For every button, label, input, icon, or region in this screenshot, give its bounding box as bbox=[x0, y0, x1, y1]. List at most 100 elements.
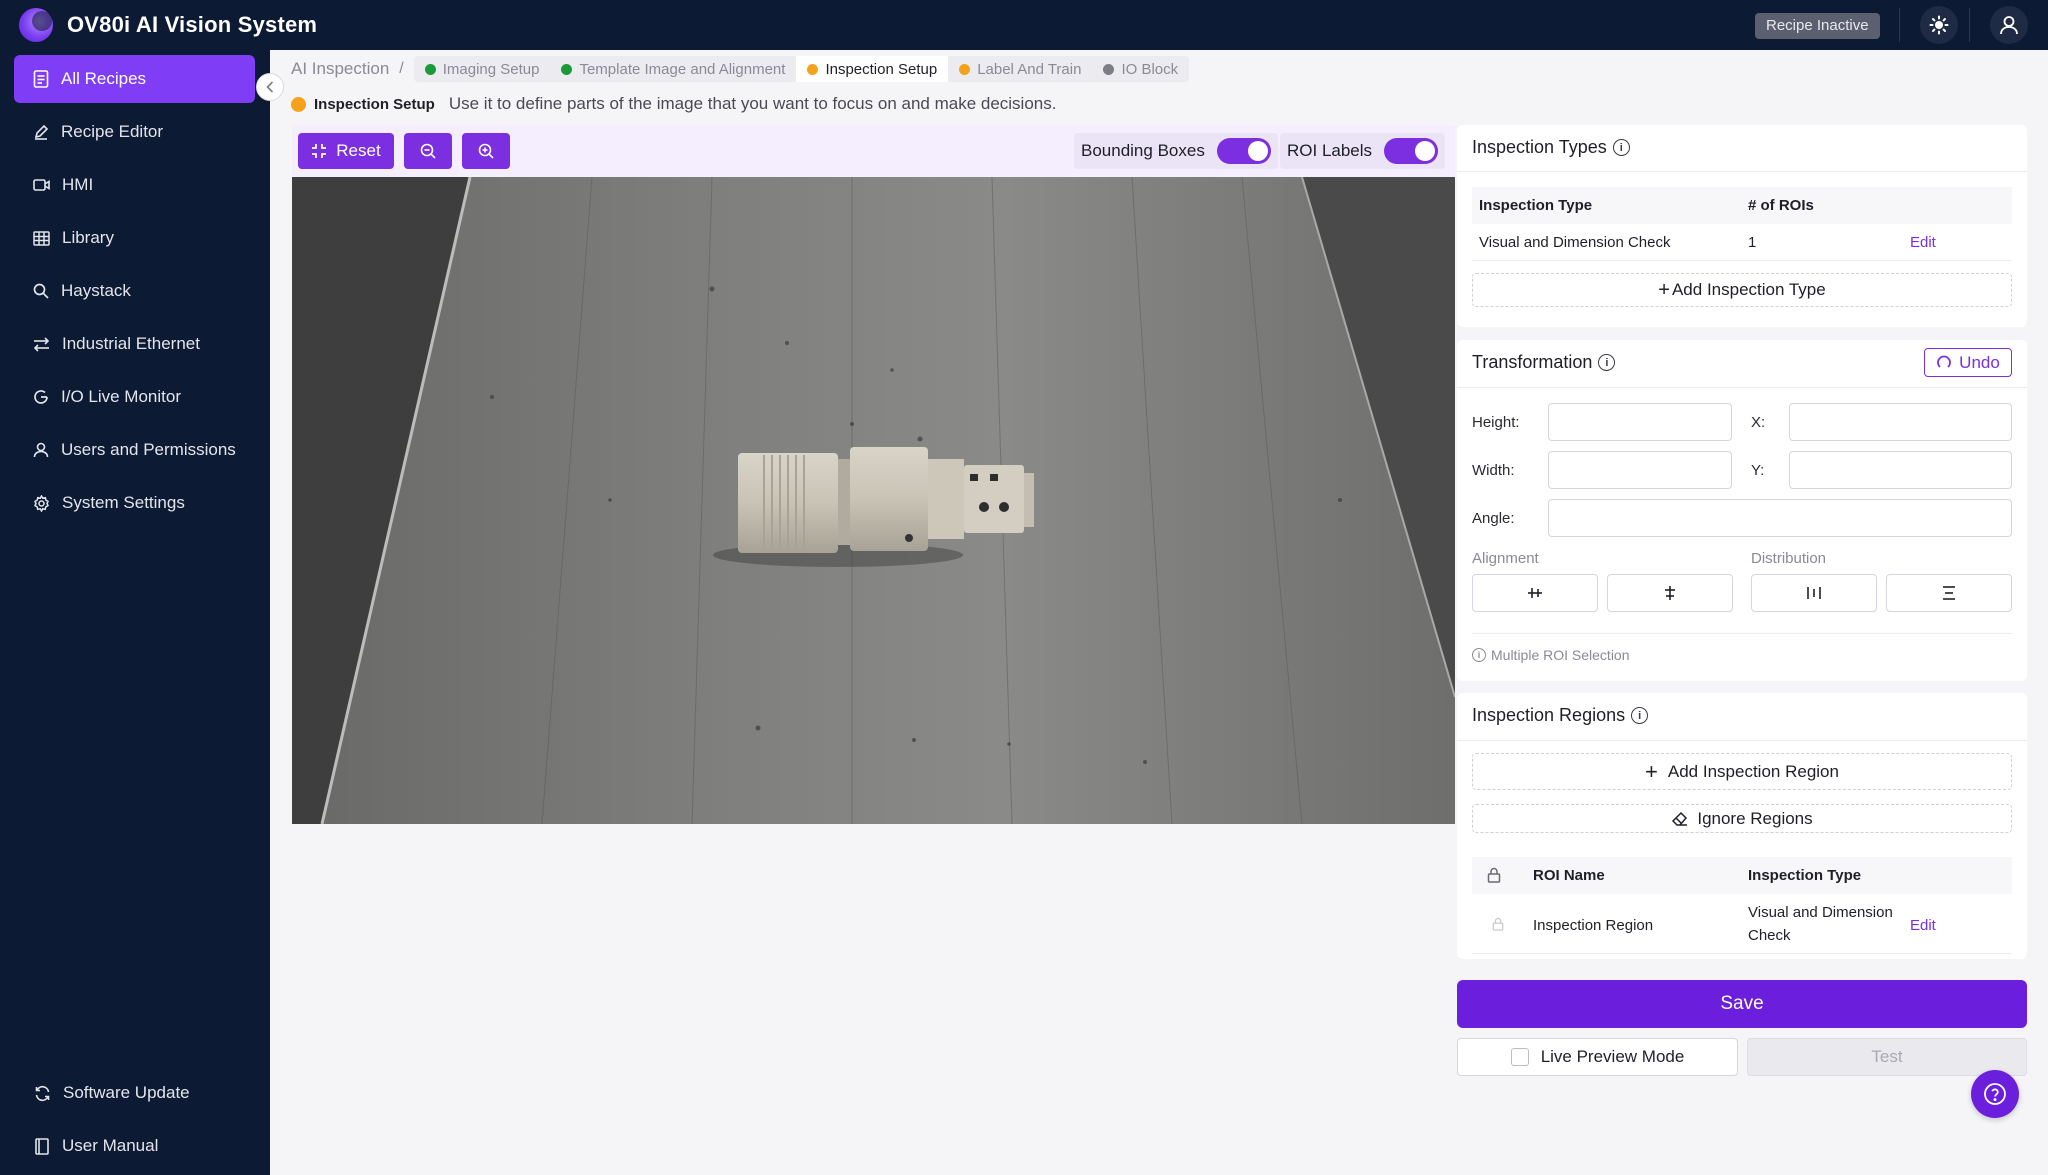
step-template-image-and-alignment[interactable]: Template Image and Alignment bbox=[550, 56, 796, 82]
sidebar-item-industrial-ethernet[interactable]: Industrial Ethernet bbox=[14, 320, 255, 368]
save-button[interactable]: Save bbox=[1457, 980, 2027, 1028]
info-icon[interactable]: i bbox=[1598, 354, 1616, 371]
help-button[interactable] bbox=[1971, 1070, 2019, 1118]
angle-label: Angle: bbox=[1472, 510, 1515, 527]
roi-name: Inspection Region bbox=[1533, 917, 1654, 934]
sidebar-item-user-manual[interactable]: User Manual bbox=[14, 1122, 255, 1170]
distribute-horizontal-icon bbox=[1807, 587, 1821, 599]
reset-label: Reset bbox=[336, 141, 381, 160]
zoom-in-button[interactable] bbox=[462, 133, 510, 169]
distribute-vertical-icon bbox=[1943, 586, 1955, 600]
sidebar-item-label: Library bbox=[62, 228, 114, 247]
step-label-and-train[interactable]: Label And Train bbox=[948, 56, 1092, 82]
inspection-types-table-header: Inspection Type # of ROIs bbox=[1472, 187, 2012, 224]
button-label: Ignore Regions bbox=[1697, 808, 1813, 828]
sidebar-item-library[interactable]: Library bbox=[14, 214, 255, 262]
step-imaging-setup[interactable]: Imaging Setup bbox=[414, 56, 551, 82]
sidebar-item-label: System Settings bbox=[62, 493, 185, 512]
gear-icon bbox=[34, 494, 49, 512]
multi-roi-note: i Multiple ROI Selection bbox=[1472, 647, 1630, 663]
x-input[interactable] bbox=[1789, 403, 2012, 441]
width-input[interactable] bbox=[1548, 451, 1732, 489]
divider bbox=[1472, 953, 2012, 954]
roi-inspection-type-cont: Check bbox=[1748, 927, 1791, 944]
sidebar-item-io-live-monitor[interactable]: I/O Live Monitor bbox=[14, 373, 255, 421]
live-preview-checkbox[interactable] bbox=[1510, 1048, 1529, 1066]
step-label: IO Block bbox=[1121, 60, 1179, 78]
sidebar-collapse-button[interactable] bbox=[256, 73, 284, 101]
live-preview-toggle[interactable]: Live Preview Mode bbox=[1457, 1038, 1738, 1076]
transformation-panel: Transformation i Undo Height: X: Width: … bbox=[1457, 340, 2027, 681]
app-logo bbox=[19, 8, 53, 42]
sidebar-item-label: User Manual bbox=[62, 1136, 159, 1155]
lock-icon bbox=[1487, 867, 1501, 883]
roi-labels-label: ROI Labels bbox=[1287, 141, 1373, 160]
sidebar-item-system-settings[interactable]: System Settings bbox=[14, 479, 255, 527]
sidebar-item-hmi[interactable]: HMI bbox=[14, 161, 255, 209]
sun-icon bbox=[1929, 15, 1949, 35]
sidebar-item-haystack[interactable]: Haystack bbox=[14, 267, 255, 315]
roi-inspection-type: Visual and Dimension bbox=[1748, 904, 1893, 921]
image-toolbar: Reset Bounding Boxes ROI Labels bbox=[292, 125, 1455, 177]
sidebar-item-label: HMI bbox=[62, 175, 94, 194]
step-io-block[interactable]: IO Block bbox=[1092, 56, 1189, 82]
theme-toggle-button[interactable] bbox=[1920, 6, 1958, 44]
sidebar-item-label: Haystack bbox=[61, 281, 131, 300]
add-inspection-region-button[interactable]: + Add Inspection Region bbox=[1472, 753, 2012, 790]
table-icon bbox=[33, 230, 50, 246]
live-preview-label: Live Preview Mode bbox=[1540, 1047, 1685, 1066]
help-icon bbox=[1984, 1083, 2006, 1105]
video-icon bbox=[33, 179, 50, 191]
column-header: Inspection Type bbox=[1479, 197, 1593, 214]
lock-icon[interactable] bbox=[1492, 917, 1504, 931]
eraser-icon bbox=[1672, 811, 1688, 826]
user-account-button[interactable] bbox=[1990, 6, 2028, 44]
height-input[interactable] bbox=[1548, 403, 1732, 441]
align-vertical-center-icon bbox=[1528, 588, 1542, 598]
sidebar-item-recipe-editor[interactable]: Recipe Editor bbox=[14, 108, 255, 156]
edit-roi-link[interactable]: Edit bbox=[1910, 917, 1936, 934]
test-button[interactable]: Test bbox=[1747, 1038, 2027, 1076]
align-horizontal-center-button[interactable] bbox=[1607, 574, 1733, 612]
undo-label: Undo bbox=[1959, 352, 2000, 372]
breadcrumb-root[interactable]: AI Inspection bbox=[291, 59, 389, 79]
bounding-boxes-switch[interactable] bbox=[1216, 138, 1271, 164]
alignment-label: Alignment bbox=[1472, 550, 1539, 567]
roi-labels-switch[interactable] bbox=[1384, 138, 1439, 164]
angle-input[interactable] bbox=[1548, 499, 2012, 537]
height-label: Height: bbox=[1472, 414, 1520, 431]
zoom-out-button[interactable] bbox=[404, 133, 452, 169]
refresh-icon bbox=[35, 1085, 50, 1101]
ethernet-icon bbox=[33, 336, 50, 352]
status-dot bbox=[807, 63, 819, 75]
inspection-types-title: Inspection Types i bbox=[1472, 137, 1630, 158]
sidebar-item-software-update[interactable]: Software Update bbox=[14, 1069, 255, 1117]
undo-button[interactable]: Undo bbox=[1924, 348, 2012, 377]
distribute-vertical-button[interactable] bbox=[1886, 574, 2012, 612]
section-header: Inspection Setup Use it to define parts … bbox=[291, 94, 1056, 114]
sidebar-item-all-recipes[interactable]: All Recipes bbox=[14, 55, 255, 103]
divider bbox=[1457, 740, 2027, 741]
sidebar-item-users-and-permissions[interactable]: Users and Permissions bbox=[14, 426, 255, 474]
edit-inspection-type-link[interactable]: Edit bbox=[1910, 234, 1936, 251]
book-icon bbox=[35, 1137, 49, 1155]
undo-icon bbox=[1937, 355, 1952, 368]
bounding-boxes-toggle-group: Bounding Boxes bbox=[1074, 133, 1278, 169]
divider bbox=[1472, 260, 2012, 261]
sidebar-item-label: Industrial Ethernet bbox=[62, 334, 200, 353]
info-icon[interactable]: i bbox=[1631, 707, 1649, 724]
transformation-title: Transformation i bbox=[1472, 352, 1616, 373]
sidebar-item-label: All Recipes bbox=[61, 69, 147, 88]
distribute-horizontal-button[interactable] bbox=[1751, 574, 1877, 612]
align-vertical-center-button[interactable] bbox=[1472, 574, 1598, 612]
document-icon bbox=[33, 70, 49, 88]
zoom-in-icon bbox=[478, 143, 494, 159]
reset-button[interactable]: Reset bbox=[298, 133, 394, 169]
step-inspection-setup[interactable]: Inspection Setup bbox=[796, 56, 949, 82]
panel-title-text: Inspection Regions bbox=[1472, 705, 1626, 725]
info-icon[interactable]: i bbox=[1612, 139, 1630, 156]
inspection-image-canvas[interactable] bbox=[292, 177, 1455, 824]
add-inspection-type-button[interactable]: + Add Inspection Type bbox=[1472, 273, 2012, 307]
ignore-regions-button[interactable]: Ignore Regions bbox=[1472, 804, 2012, 833]
y-input[interactable] bbox=[1789, 451, 2012, 489]
